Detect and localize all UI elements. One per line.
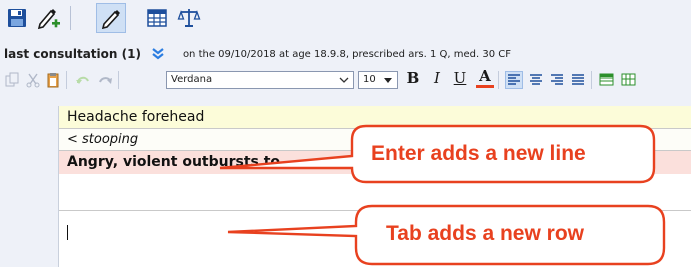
font-size-select[interactable]: 10 bbox=[358, 71, 398, 89]
insert-row-icon[interactable] bbox=[598, 71, 616, 89]
app-window: last consultation (1) on the 09/10/2018 … bbox=[0, 0, 691, 267]
format-separator bbox=[498, 71, 499, 89]
pencil-icon[interactable] bbox=[96, 3, 126, 33]
cut-icon[interactable] bbox=[24, 71, 42, 89]
rich-text-editor[interactable]: Headache forehead < stooping Angry, viol… bbox=[58, 106, 691, 267]
main-toolbar bbox=[0, 0, 691, 40]
edit-add-icon[interactable] bbox=[34, 3, 64, 33]
align-right-icon[interactable] bbox=[548, 71, 566, 89]
save-icon[interactable] bbox=[2, 3, 32, 33]
scales-icon[interactable] bbox=[174, 3, 204, 33]
table-row-active[interactable] bbox=[59, 211, 691, 265]
chevron-down-icon bbox=[337, 73, 351, 87]
chevron-double-down-icon[interactable] bbox=[151, 45, 169, 63]
callout-tab-text: Tab adds a new row bbox=[386, 222, 584, 245]
align-center-icon[interactable] bbox=[527, 71, 545, 89]
grid-table-icon[interactable] bbox=[142, 3, 172, 33]
italic-button[interactable]: I bbox=[428, 69, 446, 87]
undo-icon[interactable] bbox=[74, 71, 92, 89]
underline-button[interactable]: U bbox=[451, 69, 469, 87]
consultation-title[interactable]: last consultation (1) bbox=[4, 47, 141, 61]
caret-down-icon bbox=[381, 73, 395, 87]
text-cursor bbox=[67, 225, 68, 240]
row-text: Angry, violent outbursts to bbox=[67, 154, 281, 170]
format-separator bbox=[66, 71, 67, 89]
table-row[interactable]: Headache forehead bbox=[59, 106, 691, 129]
align-left-icon[interactable] bbox=[505, 71, 523, 89]
toolbar-separator bbox=[70, 6, 71, 30]
insert-column-icon[interactable] bbox=[620, 71, 638, 89]
align-justify-icon[interactable] bbox=[569, 71, 587, 89]
consultation-info: on the 09/10/2018 at age 18.9.8, prescri… bbox=[182, 48, 512, 60]
row-text: Headache forehead bbox=[67, 109, 205, 125]
font-family-value: Verdana bbox=[171, 74, 213, 85]
redo-icon[interactable] bbox=[96, 71, 114, 89]
font-family-select[interactable]: Verdana bbox=[166, 71, 354, 89]
format-separator bbox=[118, 71, 119, 89]
copy-icon[interactable] bbox=[3, 71, 21, 89]
paste-icon[interactable] bbox=[44, 71, 62, 89]
consultation-header: last consultation (1) on the 09/10/2018 … bbox=[4, 44, 511, 64]
bold-button[interactable]: B bbox=[404, 69, 422, 87]
font-size-value: 10 bbox=[363, 74, 376, 85]
format-toolbar: Verdana 10 B I U A bbox=[0, 67, 691, 93]
row-text: < stooping bbox=[67, 132, 139, 147]
format-separator bbox=[591, 71, 592, 89]
callout-enter-text: Enter adds a new line bbox=[371, 142, 586, 165]
font-color-button[interactable]: A bbox=[476, 69, 494, 88]
